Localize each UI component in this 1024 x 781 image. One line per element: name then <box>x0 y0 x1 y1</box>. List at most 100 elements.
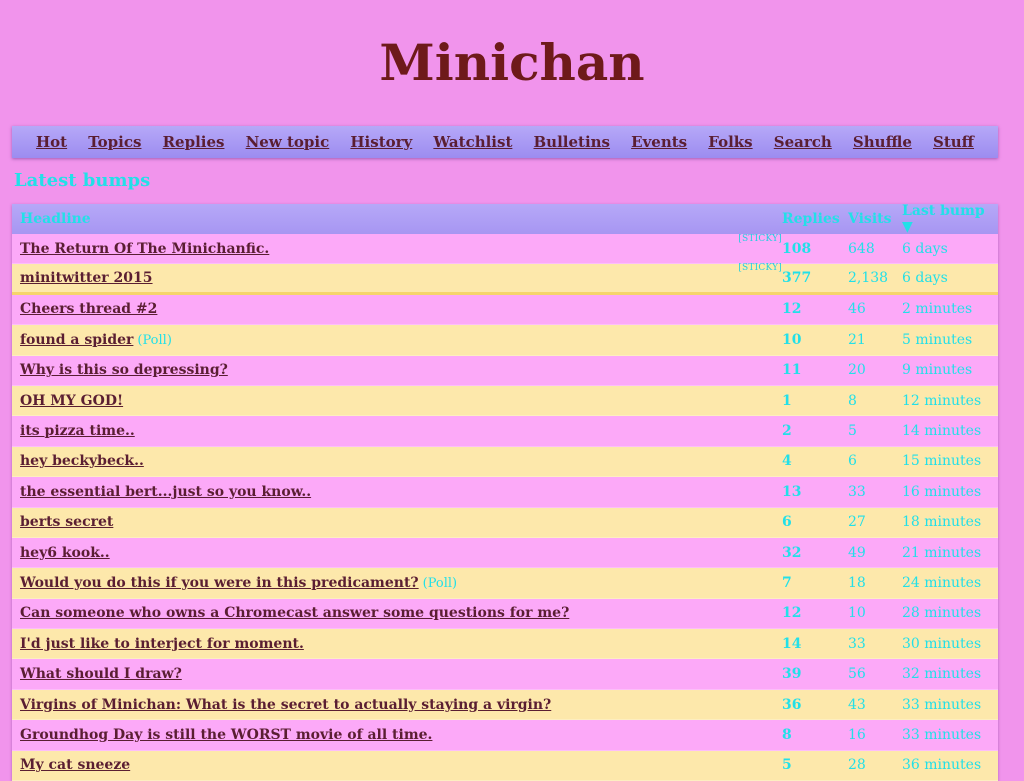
table-row: My cat sneeze 5 28 36 minutes <box>12 750 998 781</box>
replies-cell: 6 <box>782 514 792 531</box>
topic-link[interactable]: hey beckybeck.. <box>20 453 144 469</box>
visits-cell: 43 <box>848 696 866 713</box>
topic-link[interactable]: Would you do this if you were in this pr… <box>20 575 419 591</box>
visits-cell: 16 <box>848 726 866 743</box>
main-nav: Hot Topics Replies New topic History Watchlis… <box>12 126 998 158</box>
headline-cell: What should I draw? <box>12 666 782 682</box>
topics-table: Headline Replies Visits Last bump ▼ The … <box>12 203 998 781</box>
visits-cell: 46 <box>848 301 866 318</box>
last-bump-cell: 6 days <box>902 270 948 287</box>
replies-cell: 13 <box>782 483 802 500</box>
table-row: What should I draw? 39 56 32 minutes <box>12 659 998 690</box>
nav-link-watchlist[interactable]: Watchlist <box>433 133 512 151</box>
topic-link[interactable]: What should I draw? <box>20 666 182 682</box>
col-visits-header[interactable]: Visits <box>848 211 902 227</box>
headline-cell: The Return Of The Minichanfic. [STICKY] <box>12 234 782 257</box>
nav-link-folks[interactable]: Folks <box>708 133 752 151</box>
last-bump-cell: 24 minutes <box>902 574 982 591</box>
replies-cell: 8 <box>782 726 792 743</box>
headline-cell: Would you do this if you were in this pr… <box>12 575 782 591</box>
visits-cell: 5 <box>848 423 857 440</box>
last-bump-cell: 21 minutes <box>902 544 982 561</box>
table-row: Groundhog Day is still the WORST movie o… <box>12 720 998 751</box>
last-bump-cell: 33 minutes <box>902 726 982 743</box>
col-replies-header[interactable]: Replies <box>782 211 848 227</box>
replies-cell: 14 <box>782 635 802 652</box>
topic-link[interactable]: I'd just like to interject for moment. <box>20 636 304 652</box>
nav-link-shuffle[interactable]: Shuffle <box>853 133 912 151</box>
topic-link[interactable]: Groundhog Day is still the WORST movie o… <box>20 727 432 743</box>
nav-link-history[interactable]: History <box>350 133 412 151</box>
visits-cell: 33 <box>848 483 866 500</box>
topic-link[interactable]: The Return Of The Minichanfic. <box>20 241 269 257</box>
topic-link[interactable]: the essential bert...just so you know.. <box>20 484 311 500</box>
headline-cell: OH MY GOD! <box>12 393 782 409</box>
topic-link[interactable]: found a spider <box>20 332 133 348</box>
headline-cell: found a spider (Poll) <box>12 332 782 348</box>
headline-cell: berts secret <box>12 514 782 530</box>
replies-cell: 5 <box>782 757 792 774</box>
visits-cell: 6 <box>848 453 857 470</box>
last-bump-cell: 9 minutes <box>902 362 973 379</box>
table-row: hey6 kook.. 32 49 21 minutes <box>12 537 998 569</box>
replies-cell: 7 <box>782 574 792 591</box>
headline-cell: its pizza time.. <box>12 423 782 439</box>
table-row: found a spider (Poll) 10 21 5 minutes <box>12 325 998 356</box>
nav-link-replies[interactable]: Replies <box>163 133 225 151</box>
replies-cell: 4 <box>782 453 792 470</box>
headline-cell: Virgins of Minichan: What is the secret … <box>12 697 782 713</box>
nav-link-search[interactable]: Search <box>774 133 832 151</box>
topic-link[interactable]: its pizza time.. <box>20 423 135 439</box>
headline-cell: hey6 kook.. <box>12 545 782 561</box>
nav-link-events[interactable]: Events <box>631 133 687 151</box>
col-headline-header[interactable]: Headline <box>12 211 782 227</box>
topic-link[interactable]: OH MY GOD! <box>20 393 123 409</box>
visits-cell: 28 <box>848 757 866 774</box>
replies-cell: 12 <box>782 301 802 318</box>
topic-link[interactable]: minitwitter 2015 <box>20 270 153 286</box>
table-row: berts secret 6 27 18 minutes <box>12 507 998 538</box>
topic-link[interactable]: berts secret <box>20 514 113 530</box>
headline-cell: I'd just like to interject for moment. <box>12 636 782 652</box>
site-title[interactable]: Minichan <box>0 0 1024 90</box>
table-row: Why is this so depressing? 11 20 9 minutes <box>12 355 998 386</box>
headline-cell: minitwitter 2015 [STICKY] <box>12 263 782 286</box>
poll-label: (Poll) <box>422 575 458 591</box>
headline-cell: Why is this so depressing? <box>12 362 782 378</box>
replies-cell: 377 <box>782 270 812 287</box>
visits-cell: 27 <box>848 514 866 531</box>
nav-link-new-topic[interactable]: New topic <box>246 133 330 151</box>
table-row: OH MY GOD! 1 8 12 minutes <box>12 385 998 417</box>
replies-cell: 11 <box>782 362 802 379</box>
headline-cell: hey beckybeck.. <box>12 453 782 469</box>
nav-link-topics[interactable]: Topics <box>88 133 141 151</box>
last-bump-cell: 6 days <box>902 240 948 257</box>
headline-cell: Groundhog Day is still the WORST movie o… <box>12 727 782 743</box>
topic-link[interactable]: Why is this so depressing? <box>20 362 228 378</box>
visits-cell: 18 <box>848 574 866 591</box>
last-bump-cell: 2 minutes <box>902 301 973 318</box>
last-bump-cell: 33 minutes <box>902 696 982 713</box>
topic-link[interactable]: Can someone who owns a Chromecast answer… <box>20 605 569 621</box>
last-bump-cell: 28 minutes <box>902 605 982 622</box>
table-row: its pizza time.. 2 5 14 minutes <box>12 416 998 447</box>
last-bump-cell: 32 minutes <box>902 666 982 683</box>
table-row: minitwitter 2015 [STICKY] 377 2,138 6 days <box>12 263 998 295</box>
last-bump-cell: 5 minutes <box>902 331 973 348</box>
topic-link[interactable]: My cat sneeze <box>20 757 130 773</box>
topic-link[interactable]: hey6 kook.. <box>20 545 110 561</box>
nav-link-hot[interactable]: Hot <box>36 133 67 151</box>
table-row: I'd just like to interject for moment. 14… <box>12 629 998 660</box>
col-last-bump-header[interactable]: Last bump ▼ <box>902 203 998 235</box>
replies-cell: 32 <box>782 544 802 561</box>
table-row: The Return Of The Minichanfic. [STICKY] 10… <box>12 234 998 265</box>
table-row: hey beckybeck.. 4 6 15 minutes <box>12 446 998 478</box>
headline-cell: the essential bert...just so you know.. <box>12 484 782 500</box>
topic-link[interactable]: Cheers thread #2 <box>20 301 157 317</box>
topic-link[interactable]: Virgins of Minichan: What is the secret … <box>20 697 551 713</box>
sticky-badge: [STICKY] <box>738 263 782 274</box>
replies-cell: 12 <box>782 605 802 622</box>
headline-cell: Can someone who owns a Chromecast answer… <box>12 605 782 621</box>
nav-link-bulletins[interactable]: Bulletins <box>534 133 611 151</box>
nav-link-stuff[interactable]: Stuff <box>933 133 974 151</box>
